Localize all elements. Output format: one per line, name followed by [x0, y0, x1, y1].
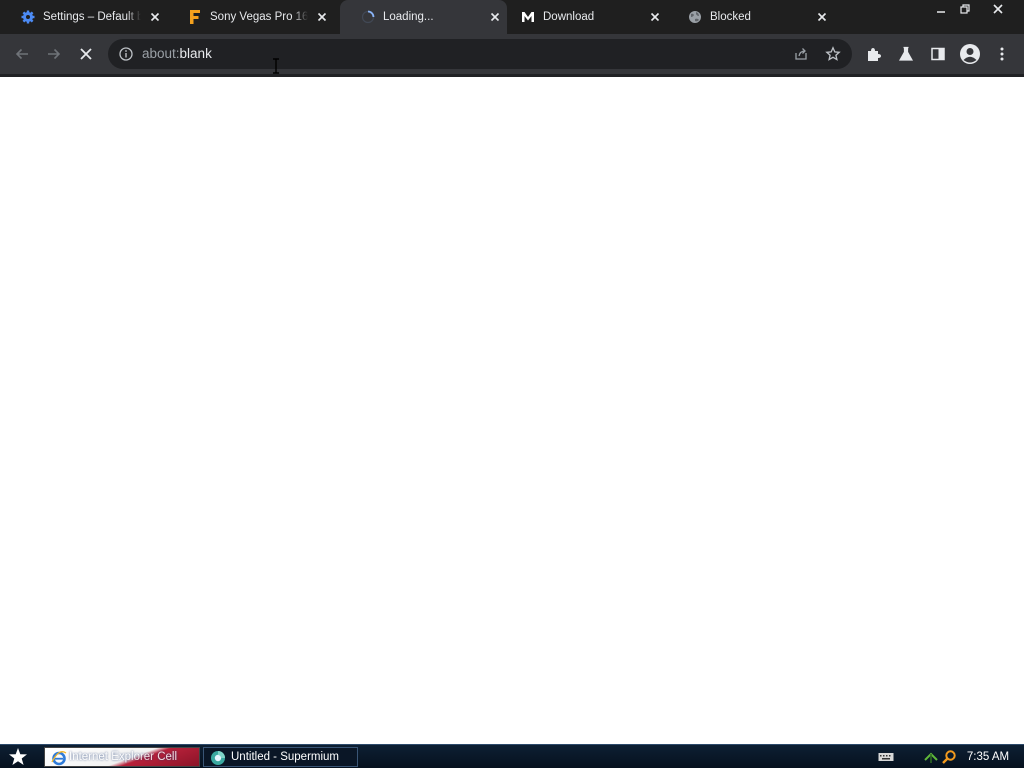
flask-icon — [898, 46, 914, 61]
kebab-menu-icon — [1000, 47, 1004, 61]
spinner-icon — [360, 9, 376, 25]
url-text[interactable]: about:blank — [142, 46, 212, 62]
labs-button[interactable] — [892, 40, 920, 68]
side-panel-icon — [931, 47, 945, 61]
minimize-icon — [937, 11, 945, 13]
tab-title: Loading... — [383, 11, 434, 23]
tab-title: Sony Vegas Pro 16 Crack — [210, 11, 308, 23]
url-scheme: about: — [142, 46, 180, 61]
tab-title: Blocked — [710, 11, 751, 23]
tab-title: Settings – Default browser — [43, 11, 141, 23]
taskbar-item-label: Internet Explorer Cell — [69, 751, 178, 763]
tab-close-icon[interactable] — [814, 9, 830, 25]
tab-sony-vegas[interactable]: Sony Vegas Pro 16 Crack — [167, 0, 334, 34]
f-logo-icon — [187, 9, 203, 25]
taskbar: Internet Explorer Cell Untitled - Superm… — [0, 744, 1024, 768]
star-icon — [9, 748, 27, 765]
close-icon — [80, 48, 92, 60]
taskbar-item-ie[interactable]: Internet Explorer Cell — [44, 747, 200, 767]
page-content — [0, 77, 1024, 744]
extensions-button[interactable] — [860, 40, 888, 68]
puzzle-icon — [868, 48, 881, 61]
avatar-icon — [960, 44, 980, 64]
keyboard-icon[interactable] — [876, 749, 896, 765]
side-panel-button[interactable] — [924, 40, 952, 68]
m-logo-icon — [520, 9, 536, 25]
globe-icon — [687, 9, 703, 25]
tab-strip: Settings – Default browser Sony Vegas Pr… — [0, 0, 1024, 34]
taskbar-item-supermium[interactable]: Untitled - Supermium — [203, 747, 358, 767]
start-button[interactable] — [4, 746, 32, 768]
supermium-icon — [211, 751, 225, 765]
stop-loading-button[interactable] — [72, 40, 100, 68]
arrow-right-icon — [48, 48, 61, 60]
tab-download[interactable]: Download — [500, 0, 667, 34]
restore-button[interactable] — [952, 0, 978, 18]
tab-title: Download — [543, 11, 595, 23]
arrow-left-icon — [15, 48, 28, 60]
gear-icon — [20, 9, 36, 25]
close-window-button[interactable] — [985, 0, 1011, 18]
url-path: blank — [179, 46, 212, 61]
tab-blocked[interactable]: Blocked — [667, 0, 834, 34]
browser-toolbar: about:blank — [0, 34, 1024, 74]
tab-loading[interactable]: Loading... — [340, 0, 507, 34]
info-icon[interactable] — [118, 46, 134, 62]
address-bar[interactable]: about:blank — [108, 39, 852, 69]
text-cursor-icon — [271, 58, 281, 74]
bookmark-star-icon[interactable] — [824, 45, 842, 63]
search-icon[interactable] — [940, 749, 958, 765]
tab-close-icon[interactable] — [314, 9, 330, 25]
forward-button[interactable] — [40, 40, 68, 68]
browser-window: Settings – Default browser Sony Vegas Pr… — [0, 0, 1024, 744]
restore-icon — [960, 4, 970, 14]
taskbar-clock[interactable]: 7:35 AM — [962, 749, 1014, 765]
menu-button[interactable] — [988, 40, 1016, 68]
minimize-button[interactable] — [928, 0, 954, 18]
close-icon — [993, 4, 1003, 14]
tab-close-icon[interactable] — [647, 9, 663, 25]
taskbar-item-label: Untitled - Supermium — [231, 751, 340, 763]
tab-close-icon[interactable] — [147, 9, 163, 25]
share-icon[interactable] — [792, 45, 810, 63]
back-button[interactable] — [8, 40, 36, 68]
tab-settings[interactable]: Settings – Default browser — [0, 0, 167, 34]
profile-button[interactable] — [956, 40, 984, 68]
network-icon[interactable] — [922, 749, 940, 765]
ie-icon — [51, 751, 67, 766]
